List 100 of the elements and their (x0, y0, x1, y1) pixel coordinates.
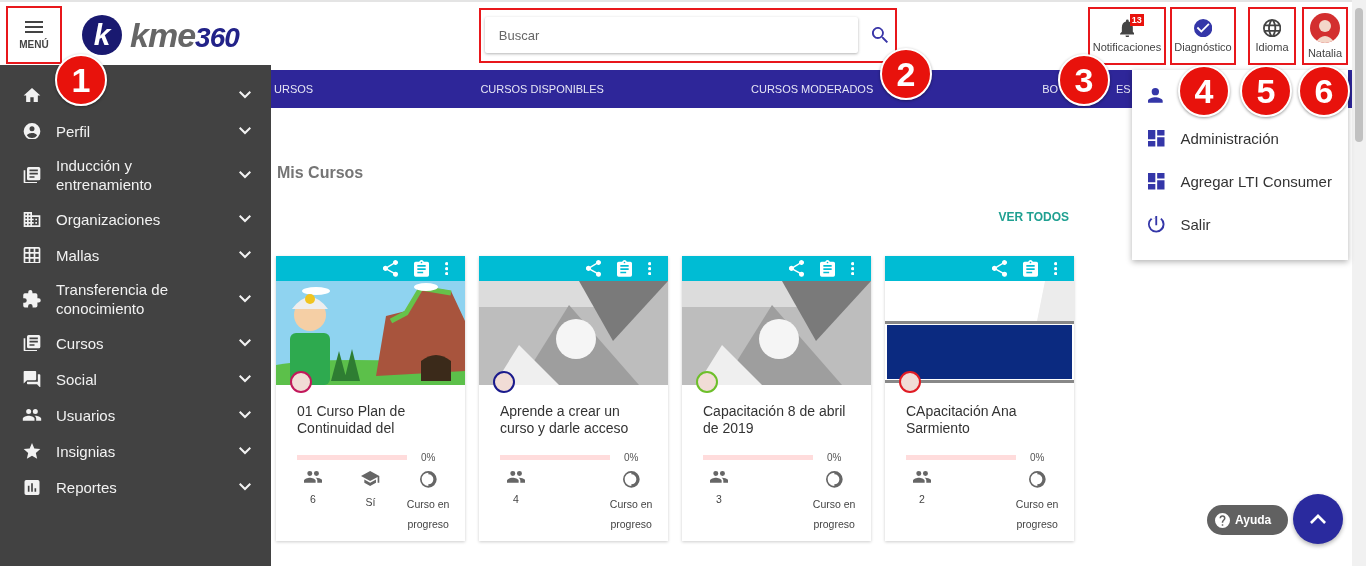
stat-value: Sí (365, 495, 376, 510)
course-title: Capacitación 8 de abril de 2019 (702, 403, 847, 437)
nav-tab[interactable]: CURSOS DISPONIBLES (407, 70, 678, 108)
chevron-icon (239, 251, 251, 259)
stat-value: Curso en progreso (811, 496, 857, 532)
stat-value: 6 (309, 491, 316, 507)
stat-value: Curso en progreso (405, 496, 451, 532)
user-menu-item[interactable]: Administración (1132, 117, 1348, 160)
progress-icon (1028, 471, 1046, 488)
chart-icon (22, 479, 42, 495)
nav-tab[interactable]: BO (1042, 83, 1059, 95)
help-icon (1215, 512, 1230, 528)
library-icon (22, 166, 42, 184)
chevron-icon (239, 295, 251, 303)
progress-percent: 0% (827, 452, 842, 463)
people-icon (709, 471, 728, 483)
graduation-cap-icon (361, 471, 380, 486)
chevron-icon (239, 411, 251, 419)
more-icon (647, 261, 651, 276)
progress-percent: 0% (1030, 452, 1045, 463)
course-title: CApacitación Ana Sarmiento (905, 403, 1018, 437)
dashboard-icon (1148, 173, 1165, 190)
course-card[interactable]: Aprende a crear un curso y darle acceso 0% 4 Curso en progreso (479, 256, 668, 541)
help-button[interactable]: Ayuda (1207, 505, 1288, 535)
section-title: Mis Cursos (277, 164, 364, 182)
chevron-icon (239, 483, 251, 491)
sidebar-item[interactable]: Inducción y entrenamiento (0, 149, 271, 201)
user-menu-item[interactable]: Agregar LTI Consumer (1132, 160, 1348, 203)
home-icon (22, 87, 42, 103)
scrollbar[interactable] (1352, 0, 1366, 566)
search-field[interactable]: Buscar (484, 17, 859, 53)
nav-tab[interactable]: URSOS (274, 70, 314, 108)
sidebar-item[interactable]: Social (0, 361, 271, 397)
dashboard-icon (1148, 130, 1165, 147)
people-icon (303, 471, 322, 483)
sidebar-item[interactable]: Insignias (0, 433, 271, 469)
progress-icon (419, 471, 437, 488)
sidebar-item[interactable]: Transferencia de conocimiento (0, 273, 271, 325)
chevron-icon (239, 127, 251, 135)
sidebar-item[interactable]: Reportes (0, 469, 271, 505)
people-icon (912, 471, 931, 483)
chevron-up-icon (1310, 514, 1326, 524)
sidebar-item[interactable]: Cursos (0, 325, 271, 361)
progress-percent: 0% (624, 452, 639, 463)
sidebar-item[interactable]: Usuarios (0, 397, 271, 433)
clipboard-icon (413, 260, 429, 277)
stat-value: 2 (918, 491, 925, 507)
menu-icon (25, 20, 43, 33)
user-avatar (1310, 13, 1340, 43)
language-button[interactable]: Idioma (1248, 7, 1296, 65)
clipboard-icon (819, 260, 835, 277)
share-icon (585, 260, 601, 277)
nav-tab[interactable]: ES (1116, 83, 1131, 95)
sidebar-item[interactable]: Mallas (0, 237, 271, 273)
share-icon (991, 260, 1007, 277)
people-icon (506, 471, 525, 483)
sidebar-item[interactable]: Organizaciones (0, 201, 271, 237)
chevron-icon (239, 375, 251, 383)
globe-icon (1262, 18, 1282, 38)
user-button[interactable]: Natalia (1302, 7, 1348, 65)
chevron-icon (239, 339, 251, 347)
share-icon (788, 260, 804, 277)
user-menu-item[interactable]: Salir (1132, 203, 1348, 246)
course-title: 01 Curso Plan de Continuidad del (296, 403, 407, 437)
more-icon (1053, 261, 1057, 276)
more-icon (444, 261, 448, 276)
sidebar-item[interactable]: Perfil (0, 113, 271, 149)
scroll-top-button[interactable] (1293, 494, 1343, 544)
progress-percent: 0% (421, 452, 436, 463)
more-icon (850, 261, 854, 276)
stat-value: Curso en progreso (1014, 496, 1060, 532)
puzzle-icon (22, 290, 42, 308)
stat-value: 3 (715, 491, 722, 507)
logo-text: kme360 (130, 15, 239, 55)
stat-value: Curso en progreso (608, 496, 654, 532)
menu-button[interactable]: MENÚ (6, 6, 62, 64)
stat-value: 4 (512, 491, 519, 507)
logo-mark: k (82, 15, 122, 55)
chevron-icon (239, 215, 251, 223)
progress-icon (825, 471, 843, 488)
course-title: Aprende a crear un curso y darle acceso (499, 403, 630, 437)
diagnostic-button[interactable]: Diagnóstico (1170, 7, 1236, 65)
course-card[interactable]: CApacitación Ana Sarmiento 0% 2 Curso en progreso (885, 256, 1074, 541)
progress-icon (622, 471, 640, 488)
course-card[interactable]: 01 Curso Plan de Continuidad del 0% 6 Sí Curso en progreso (276, 256, 465, 541)
power-icon (1148, 216, 1165, 233)
notifications-button[interactable]: 13 Notificaciones (1088, 7, 1166, 65)
number-callout: 2 (880, 48, 932, 100)
chevron-icon (239, 447, 251, 455)
chevron-icon (239, 171, 251, 179)
share-icon (382, 260, 398, 277)
clipboard-icon (616, 260, 632, 277)
people-icon (22, 409, 42, 421)
grid-icon (22, 246, 42, 264)
search-icon (872, 26, 889, 44)
person-icon (1148, 88, 1163, 103)
star-icon (22, 443, 42, 459)
library-icon (22, 334, 42, 352)
course-card[interactable]: Capacitación 8 de abril de 2019 0% 3 Curso en progreso (682, 256, 871, 541)
chevron-icon (239, 91, 251, 99)
